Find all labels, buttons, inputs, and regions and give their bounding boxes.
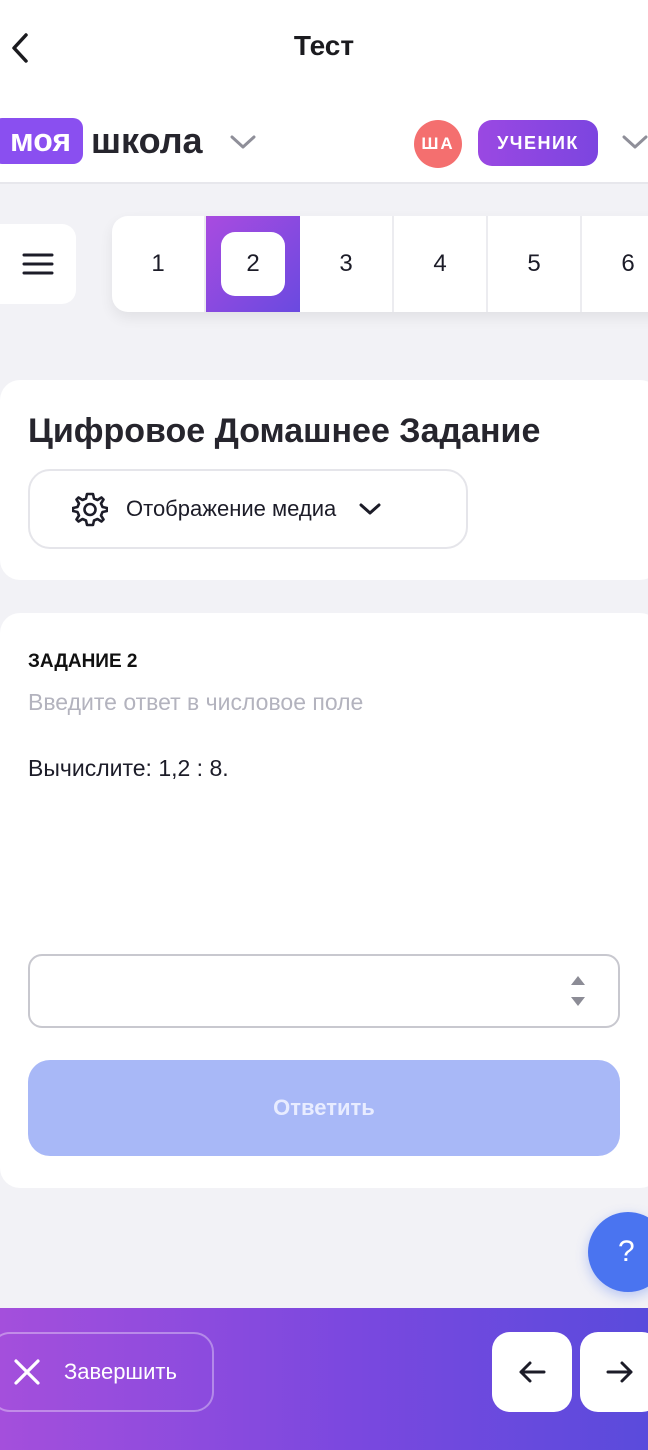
media-display-label: Отображение медиа — [126, 496, 337, 521]
app-switcher-chevron-icon[interactable] — [228, 132, 258, 157]
hamburger-icon — [22, 253, 54, 275]
previous-question-button[interactable] — [492, 1332, 572, 1412]
top-navigation: Тест — [0, 0, 648, 100]
question-tab-4[interactable]: 4 — [394, 216, 488, 312]
task-number-label: ЗАДАНИЕ 2 — [28, 651, 138, 672]
question-tab-6[interactable]: 6 — [582, 216, 648, 312]
increment-arrow-icon — [571, 976, 585, 985]
finish-button[interactable]: Завершить — [0, 1332, 214, 1412]
arrow-left-icon — [519, 1361, 546, 1383]
assignment-title: Цифровое Домашнее Задание — [28, 412, 541, 450]
answer-input[interactable] — [46, 968, 546, 1014]
question-tab-3[interactable]: 3 — [300, 216, 394, 312]
role-chevron-down-icon[interactable] — [620, 132, 648, 157]
logo-part-shkola: школа — [91, 120, 203, 161]
question-navigator: 1 2 3 4 5 6 — [112, 216, 648, 312]
question-tab-2[interactable]: 2 — [206, 216, 300, 312]
help-button[interactable]: ? — [588, 1212, 648, 1292]
bottom-action-bar: Завершить — [0, 1308, 648, 1450]
task-question-text: Вычислите: 1,2 : 8. — [28, 755, 229, 781]
page-header-title: Тест — [293, 30, 355, 61]
menu-button[interactable] — [0, 224, 76, 304]
decrement-arrow-icon — [571, 997, 585, 1006]
close-icon — [14, 1359, 40, 1385]
assignment-header-card: Цифровое Домашнее Задание Отображение ме… — [0, 380, 648, 580]
task-hint: Введите ответ в числовое поле — [28, 689, 364, 715]
number-stepper[interactable] — [568, 972, 588, 1012]
question-tab-1[interactable]: 1 — [112, 216, 206, 312]
answer-number-field[interactable] — [28, 954, 620, 1028]
submit-answer-button[interactable]: Ответить — [28, 1060, 620, 1156]
question-tab-5[interactable]: 5 — [488, 216, 582, 312]
task-card: ЗАДАНИЕ 2 Введите ответ в числовое поле … — [0, 613, 648, 1188]
logo-part-moya: моя — [0, 118, 84, 164]
user-avatar[interactable]: ША — [414, 120, 462, 168]
chevron-down-icon — [358, 501, 382, 517]
finish-button-label: Завершить — [64, 1359, 177, 1384]
app-logo[interactable]: моя школа — [0, 118, 203, 164]
role-badge[interactable]: УЧЕНИК — [478, 120, 598, 166]
media-display-dropdown[interactable]: Отображение медиа — [28, 469, 468, 549]
gear-icon — [72, 492, 108, 527]
next-question-button[interactable] — [580, 1332, 648, 1412]
arrow-right-icon — [606, 1361, 633, 1383]
brand-bar: моя школа ША УЧЕНИК — [0, 100, 648, 184]
